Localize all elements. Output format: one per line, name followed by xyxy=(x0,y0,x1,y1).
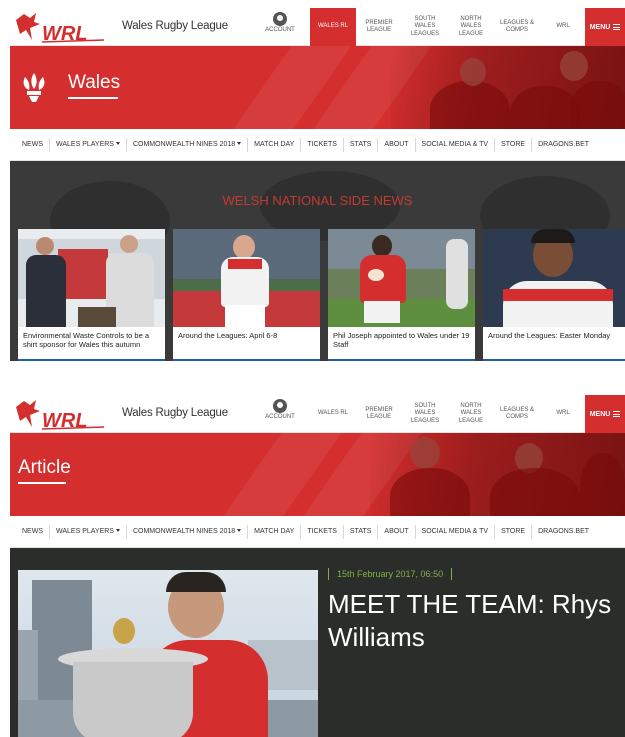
subnav-store[interactable]: Store xyxy=(495,137,533,152)
subnav-tickets[interactable]: Tickets xyxy=(301,524,344,539)
news-card-caption: Around the Leagues: Easter Monday xyxy=(488,331,611,340)
subnav-commonwealth-nines[interactable]: Commonwealth Nines 2018 xyxy=(127,137,249,152)
banner-player-image xyxy=(430,81,510,129)
dropdown-caret-icon xyxy=(237,528,242,532)
subnav-about[interactable]: About xyxy=(378,524,416,539)
top-nav-leagues-comps[interactable]: Leagues & Comps xyxy=(494,8,540,46)
subnav-store[interactable]: Store xyxy=(495,524,533,539)
account-icon xyxy=(273,399,287,413)
banner-title: Article xyxy=(18,457,71,484)
subnav-commonwealth-nines[interactable]: Commonwealth Nines 2018 xyxy=(127,524,249,539)
news-card[interactable]: Environmental Waste Controls to be a shi… xyxy=(18,229,165,361)
subnav-stats[interactable]: Stats xyxy=(344,137,379,152)
page-banner: Wales xyxy=(10,46,625,129)
wrl-logo[interactable]: WRL xyxy=(12,10,107,46)
article-page-screenshot: WRL Wales Rugby League Account Wales RL … xyxy=(10,395,625,737)
top-nav-wales-rl[interactable]: Wales RL xyxy=(310,8,356,46)
news-card-image xyxy=(173,229,320,327)
subnav-tickets[interactable]: Tickets xyxy=(301,137,344,152)
news-card-image xyxy=(483,229,625,327)
site-title[interactable]: Wales Rugby League xyxy=(122,407,228,419)
sub-nav: News Wales Players Commonwealth Nines 20… xyxy=(10,129,625,161)
dropdown-caret-icon xyxy=(115,528,120,532)
article-section: 15th February 2017, 06:50 MEET THE TEAM:… xyxy=(10,548,625,737)
banner-title-text: Wales xyxy=(68,72,121,93)
subnav-wales-players[interactable]: Wales Players xyxy=(50,524,127,539)
article-title: MEET THE TEAM: Rhys Williams xyxy=(328,589,612,653)
top-nav-north-wales-league[interactable]: North Wales League xyxy=(448,395,494,433)
banner-title-text: Article xyxy=(18,457,71,478)
news-card[interactable]: Around the Leagues: Easter Monday xyxy=(483,229,625,361)
top-nav-wrl[interactable]: WRL xyxy=(540,395,586,433)
menu-button[interactable]: MENU xyxy=(585,395,625,433)
site-header: WRL Wales Rugby League Account Wales RL … xyxy=(10,395,625,433)
account-button[interactable]: Account xyxy=(265,10,295,33)
banner-title: Wales xyxy=(68,72,120,99)
menu-label: MENU xyxy=(589,410,611,418)
subnav-dragons-bet[interactable]: Dragons.Bet xyxy=(532,138,595,152)
news-card-image xyxy=(328,229,475,327)
sub-nav: News Wales Players Commonwealth Nines 20… xyxy=(10,516,625,548)
menu-burger-icon xyxy=(613,411,621,417)
dropdown-caret-icon xyxy=(115,141,120,145)
page-banner: Article xyxy=(10,433,625,516)
wales-page-screenshot: WRL Wales Rugby League Account Wales RL … xyxy=(10,8,625,361)
account-label: Account xyxy=(265,27,295,33)
top-nav-leagues-comps[interactable]: Leagues & Comps xyxy=(494,395,540,433)
news-section: WELSH NATIONAL SIDE NEWS Environmental W… xyxy=(10,161,625,361)
subnav-about[interactable]: About xyxy=(378,137,416,152)
menu-label: MENU xyxy=(589,23,611,31)
banner-player-image xyxy=(390,468,470,516)
article-image xyxy=(18,570,318,737)
article-date: 15th February 2017, 06:50 xyxy=(328,568,453,580)
top-nav-north-wales-league[interactable]: North Wales League xyxy=(448,8,494,46)
dropdown-caret-icon xyxy=(237,141,242,145)
news-heading: WELSH NATIONAL SIDE NEWS xyxy=(222,193,413,208)
subnav-news[interactable]: News xyxy=(16,137,50,152)
wrl-logo[interactable]: WRL xyxy=(12,397,107,433)
menu-button[interactable]: MENU xyxy=(585,8,625,46)
dragon-logo-icon: WRL xyxy=(16,400,105,432)
news-card-caption: Phil Joseph appointed to Wales under 19 … xyxy=(333,331,470,350)
subnav-match-day[interactable]: Match Day xyxy=(248,524,302,539)
top-nav-wales-rl[interactable]: Wales RL xyxy=(310,395,356,433)
account-label: Account xyxy=(265,414,295,420)
top-nav-south-wales-leagues[interactable]: South Wales Leagues xyxy=(402,8,448,46)
dragon-logo-icon: WRL xyxy=(16,13,105,45)
subnav-social-media-tv[interactable]: Social Media & TV xyxy=(416,524,496,539)
subnav-social-media-tv[interactable]: Social Media & TV xyxy=(416,137,496,152)
news-cards: Environmental Waste Controls to be a shi… xyxy=(18,229,625,361)
account-icon xyxy=(273,12,287,26)
top-nav: Wales RL Premier League South Wales Leag… xyxy=(310,395,586,433)
subnav-wales-players[interactable]: Wales Players xyxy=(50,137,127,152)
account-button[interactable]: Account xyxy=(265,397,295,420)
site-title[interactable]: Wales Rugby League xyxy=(122,20,228,32)
subnav-stats[interactable]: Stats xyxy=(344,524,379,539)
subnav-news[interactable]: News xyxy=(16,524,50,539)
menu-burger-icon xyxy=(613,24,621,30)
top-nav: Wales RL Premier League South Wales Leag… xyxy=(310,8,586,46)
news-card[interactable]: Around the Leagues: April 6-8 xyxy=(173,229,320,361)
top-nav-south-wales-leagues[interactable]: South Wales Leagues xyxy=(402,395,448,433)
news-card-image xyxy=(18,229,165,327)
site-header: WRL Wales Rugby League Account Wales RL … xyxy=(10,8,625,46)
subnav-dragons-bet[interactable]: Dragons.Bet xyxy=(532,525,595,539)
news-card-caption: Environmental Waste Controls to be a shi… xyxy=(23,331,150,350)
top-nav-wrl[interactable]: WRL xyxy=(540,8,586,46)
news-card-caption: Around the Leagues: April 6-8 xyxy=(178,331,278,340)
top-nav-premier-league[interactable]: Premier League xyxy=(356,8,402,46)
news-card[interactable]: Phil Joseph appointed to Wales under 19 … xyxy=(328,229,475,361)
subnav-match-day[interactable]: Match Day xyxy=(248,137,302,152)
prince-of-wales-feathers-icon xyxy=(23,73,45,102)
top-nav-premier-league[interactable]: Premier League xyxy=(356,395,402,433)
